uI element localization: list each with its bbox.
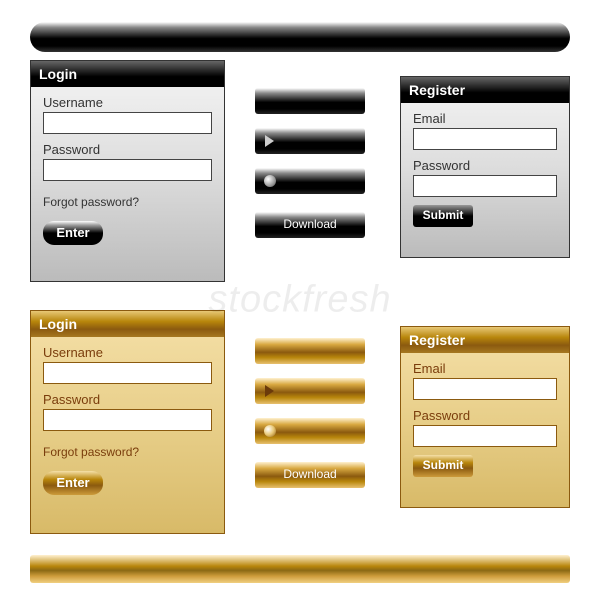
submit-button-black[interactable]: Submit (413, 205, 473, 227)
email-label-black: Email (413, 111, 557, 126)
forgot-password-link-gold[interactable]: Forgot password? (43, 445, 212, 459)
login-panel-black: Login Username Password Forgot password?… (30, 60, 225, 282)
register-gold-title: Register (401, 327, 569, 353)
username-label-gold: Username (43, 345, 212, 360)
play-button-gold[interactable] (255, 378, 365, 404)
password-label-black: Password (43, 142, 212, 157)
reg-password-input-black[interactable] (413, 175, 557, 197)
download-button-black[interactable]: Download (255, 212, 365, 238)
enter-button-black[interactable]: Enter (43, 221, 103, 245)
login-gold-title: Login (31, 311, 224, 337)
plain-button-gold[interactable] (255, 338, 365, 364)
radio-button-black[interactable] (255, 168, 365, 194)
top-bar-black (30, 22, 570, 52)
watermark-text: stockfresh (208, 279, 391, 322)
username-label-black: Username (43, 95, 212, 110)
enter-button-gold[interactable]: Enter (43, 471, 103, 495)
reg-password-input-gold[interactable] (413, 425, 557, 447)
password-label-gold: Password (43, 392, 212, 407)
login-black-title: Login (31, 61, 224, 87)
username-input-black[interactable] (43, 112, 212, 134)
radio-button-gold[interactable] (255, 418, 365, 444)
play-button-black[interactable] (255, 128, 365, 154)
password-input-black[interactable] (43, 159, 212, 181)
reg-password-label-black: Password (413, 158, 557, 173)
password-input-gold[interactable] (43, 409, 212, 431)
register-panel-black: Register Email Password Submit (400, 76, 570, 258)
download-button-gold[interactable]: Download (255, 462, 365, 488)
submit-button-gold[interactable]: Submit (413, 455, 473, 477)
reg-password-label-gold: Password (413, 408, 557, 423)
email-input-gold[interactable] (413, 378, 557, 400)
bottom-bar-gold (30, 555, 570, 583)
forgot-password-link-black[interactable]: Forgot password? (43, 195, 212, 209)
login-panel-gold: Login Username Password Forgot password?… (30, 310, 225, 534)
plain-button-black[interactable] (255, 88, 365, 114)
email-label-gold: Email (413, 361, 557, 376)
username-input-gold[interactable] (43, 362, 212, 384)
email-input-black[interactable] (413, 128, 557, 150)
register-black-title: Register (401, 77, 569, 103)
register-panel-gold: Register Email Password Submit (400, 326, 570, 508)
